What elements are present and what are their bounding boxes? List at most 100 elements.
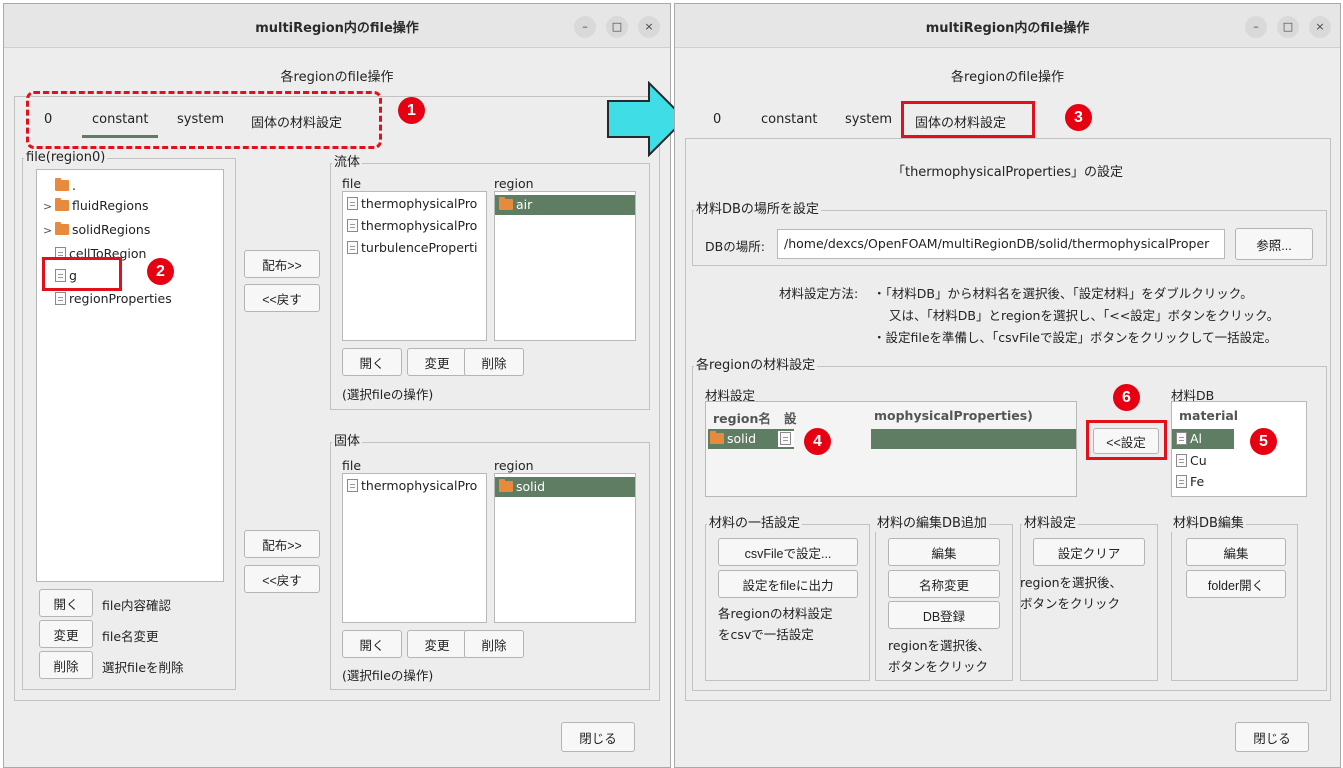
list-item-al[interactable]: Al [1172, 429, 1234, 449]
back-fluid-button[interactable]: <<戻す [244, 284, 320, 312]
annotation-badge-6: 6 [1113, 384, 1140, 411]
file-icon [55, 292, 66, 305]
db-path-input[interactable]: /home/dexcs/OpenFOAM/multiRegionDB/solid… [777, 229, 1225, 259]
open-desc: file内容確認 [102, 598, 172, 613]
list-item[interactable]: turbulenceProperti [343, 238, 486, 258]
fluid-region-header: region [494, 176, 534, 191]
db-register-button[interactable]: DB登録 [888, 601, 1000, 629]
solid-file-header: file [342, 458, 362, 473]
tab-0[interactable]: 0 [713, 112, 721, 127]
edit-db-title: 材料の編集DB追加 [875, 516, 989, 532]
maximize-icon[interactable]: □ [606, 16, 628, 38]
fluid-delete-button[interactable]: 削除 [464, 348, 524, 376]
tree-item-fluidRegions[interactable]: fluidRegions [37, 196, 223, 216]
export-settings-button[interactable]: 設定をfileに出力 [718, 570, 858, 598]
col-header-setting: 設 [784, 411, 797, 426]
folder-icon [710, 431, 724, 444]
tree-item-root[interactable]: . [37, 176, 223, 196]
annotation-badge-5: 5 [1250, 428, 1277, 455]
solid-region-list[interactable]: solid [494, 473, 636, 623]
annotation-set-box [1086, 420, 1167, 460]
minimize-icon[interactable]: – [574, 16, 596, 38]
file-icon [347, 197, 358, 210]
fluid-file-list[interactable]: thermophysicalPro thermophysicalPro turb… [342, 191, 487, 341]
csv-set-button[interactable]: csvFileで設定... [718, 538, 858, 566]
solid-group-title: 固体 [332, 434, 363, 450]
tab-constant[interactable]: constant [761, 112, 818, 127]
list-item-fe[interactable]: Fe [1172, 472, 1306, 492]
tab-system[interactable]: system [845, 112, 892, 127]
list-item[interactable]: thermophysicalPro [343, 216, 486, 236]
rename-button[interactable]: 変更 [39, 620, 93, 648]
distribute-fluid-button[interactable]: 配布>> [244, 250, 320, 278]
col-header-region: region名 [713, 411, 771, 426]
fluid-region-list[interactable]: air [494, 191, 636, 341]
minimize-icon[interactable]: – [1245, 16, 1267, 38]
solid-caption: (選択fileの操作) [342, 668, 434, 683]
db-group-title: 材料DBの場所を設定 [694, 202, 821, 218]
edit-button[interactable]: 編集 [888, 538, 1000, 566]
table-row-file-cell[interactable] [778, 431, 794, 447]
delete-button[interactable]: 削除 [39, 651, 93, 679]
list-item[interactable]: thermophysicalPro [343, 476, 486, 496]
solid-open-button[interactable]: 開く [342, 630, 402, 658]
clear-setting-button[interactable]: 設定クリア [1033, 538, 1145, 566]
material-db-list[interactable]: material Al Cu Fe [1171, 401, 1307, 497]
delete-desc: 選択fileを削除 [102, 660, 184, 675]
mat-set-desc-1: regionを選択後、 [1020, 575, 1123, 590]
col-header-properties: mophysicalProperties) [874, 408, 1033, 423]
right-close-button[interactable]: 閉じる [1235, 722, 1309, 752]
rename-material-button[interactable]: 名称変更 [888, 570, 1000, 598]
open-button[interactable]: 開く [39, 589, 93, 617]
bulk-desc-1: 各regionの材料設定 [718, 606, 833, 621]
edit-db-desc-1: regionを選択後、 [888, 638, 991, 653]
list-item-solid[interactable]: solid [495, 477, 635, 497]
close-window-icon[interactable]: × [1309, 16, 1331, 38]
method-line-1: ・「材料DB」から材料名を選択後、「設定材料」をダブルクリック。 [873, 286, 1253, 301]
db-label: DBの場所: [705, 239, 765, 254]
list-item-air[interactable]: air [495, 195, 635, 215]
fluid-rename-button[interactable]: 変更 [407, 348, 467, 376]
region-material-table[interactable]: region名 設 mophysicalProperties) solid [705, 401, 1077, 497]
folder-open-button[interactable]: folder開く [1186, 570, 1286, 598]
bulk-desc-2: をcsvで一括設定 [718, 627, 814, 642]
db-edit-button[interactable]: 編集 [1186, 538, 1286, 566]
annotation-tabs-box [26, 91, 382, 149]
list-item[interactable]: thermophysicalPro [343, 194, 486, 214]
folder-icon [499, 197, 513, 210]
annotation-tab-box [901, 101, 1035, 138]
rename-desc: file名変更 [102, 629, 159, 644]
db-edit-title: 材料DB編集 [1171, 516, 1246, 532]
maximize-icon[interactable]: □ [1277, 16, 1299, 38]
annotation-badge-3: 3 [1065, 104, 1092, 131]
fluid-group-title: 流体 [332, 155, 363, 171]
col-header-material: material [1179, 408, 1239, 423]
file-icon [347, 241, 358, 254]
close-window-icon[interactable]: × [638, 16, 660, 38]
folder-icon [55, 198, 69, 211]
solid-file-list[interactable]: thermophysicalPro [342, 473, 487, 623]
file-group-title: file(region0) [24, 150, 108, 166]
tree-item-solidRegions[interactable]: solidRegions [37, 220, 223, 240]
mat-set-title: 材料設定 [1022, 516, 1079, 532]
window-title: multiRegion内のfile操作 [925, 21, 1090, 36]
file-icon [780, 432, 791, 445]
left-close-button[interactable]: 閉じる [561, 722, 635, 752]
method-label: 材料設定方法: [779, 286, 859, 301]
distribute-solid-button[interactable]: 配布>> [244, 530, 320, 558]
left-window: multiRegion内のfile操作 – □ × 各regionのfile操作… [3, 3, 671, 768]
solid-delete-button[interactable]: 削除 [464, 630, 524, 658]
back-solid-button[interactable]: <<戻す [244, 565, 320, 593]
file-tree[interactable]: . > fluidRegions > solidRegions cellToRe… [36, 169, 224, 582]
solid-rename-button[interactable]: 変更 [407, 630, 467, 658]
tree-item-regionProperties[interactable]: regionProperties [37, 289, 223, 309]
browse-button[interactable]: 参照... [1235, 228, 1313, 260]
table-row-properties-cell[interactable] [871, 429, 1076, 449]
list-item-cu[interactable]: Cu [1172, 451, 1306, 471]
annotation-badge-2: 2 [147, 258, 174, 285]
folder-icon [55, 178, 69, 191]
left-titlebar: multiRegion内のfile操作 – □ × [4, 4, 670, 48]
edit-db-desc-2: ボタンをクリック [888, 659, 989, 674]
page-heading: 各regionのfile操作 [951, 70, 1064, 85]
fluid-open-button[interactable]: 開く [342, 348, 402, 376]
